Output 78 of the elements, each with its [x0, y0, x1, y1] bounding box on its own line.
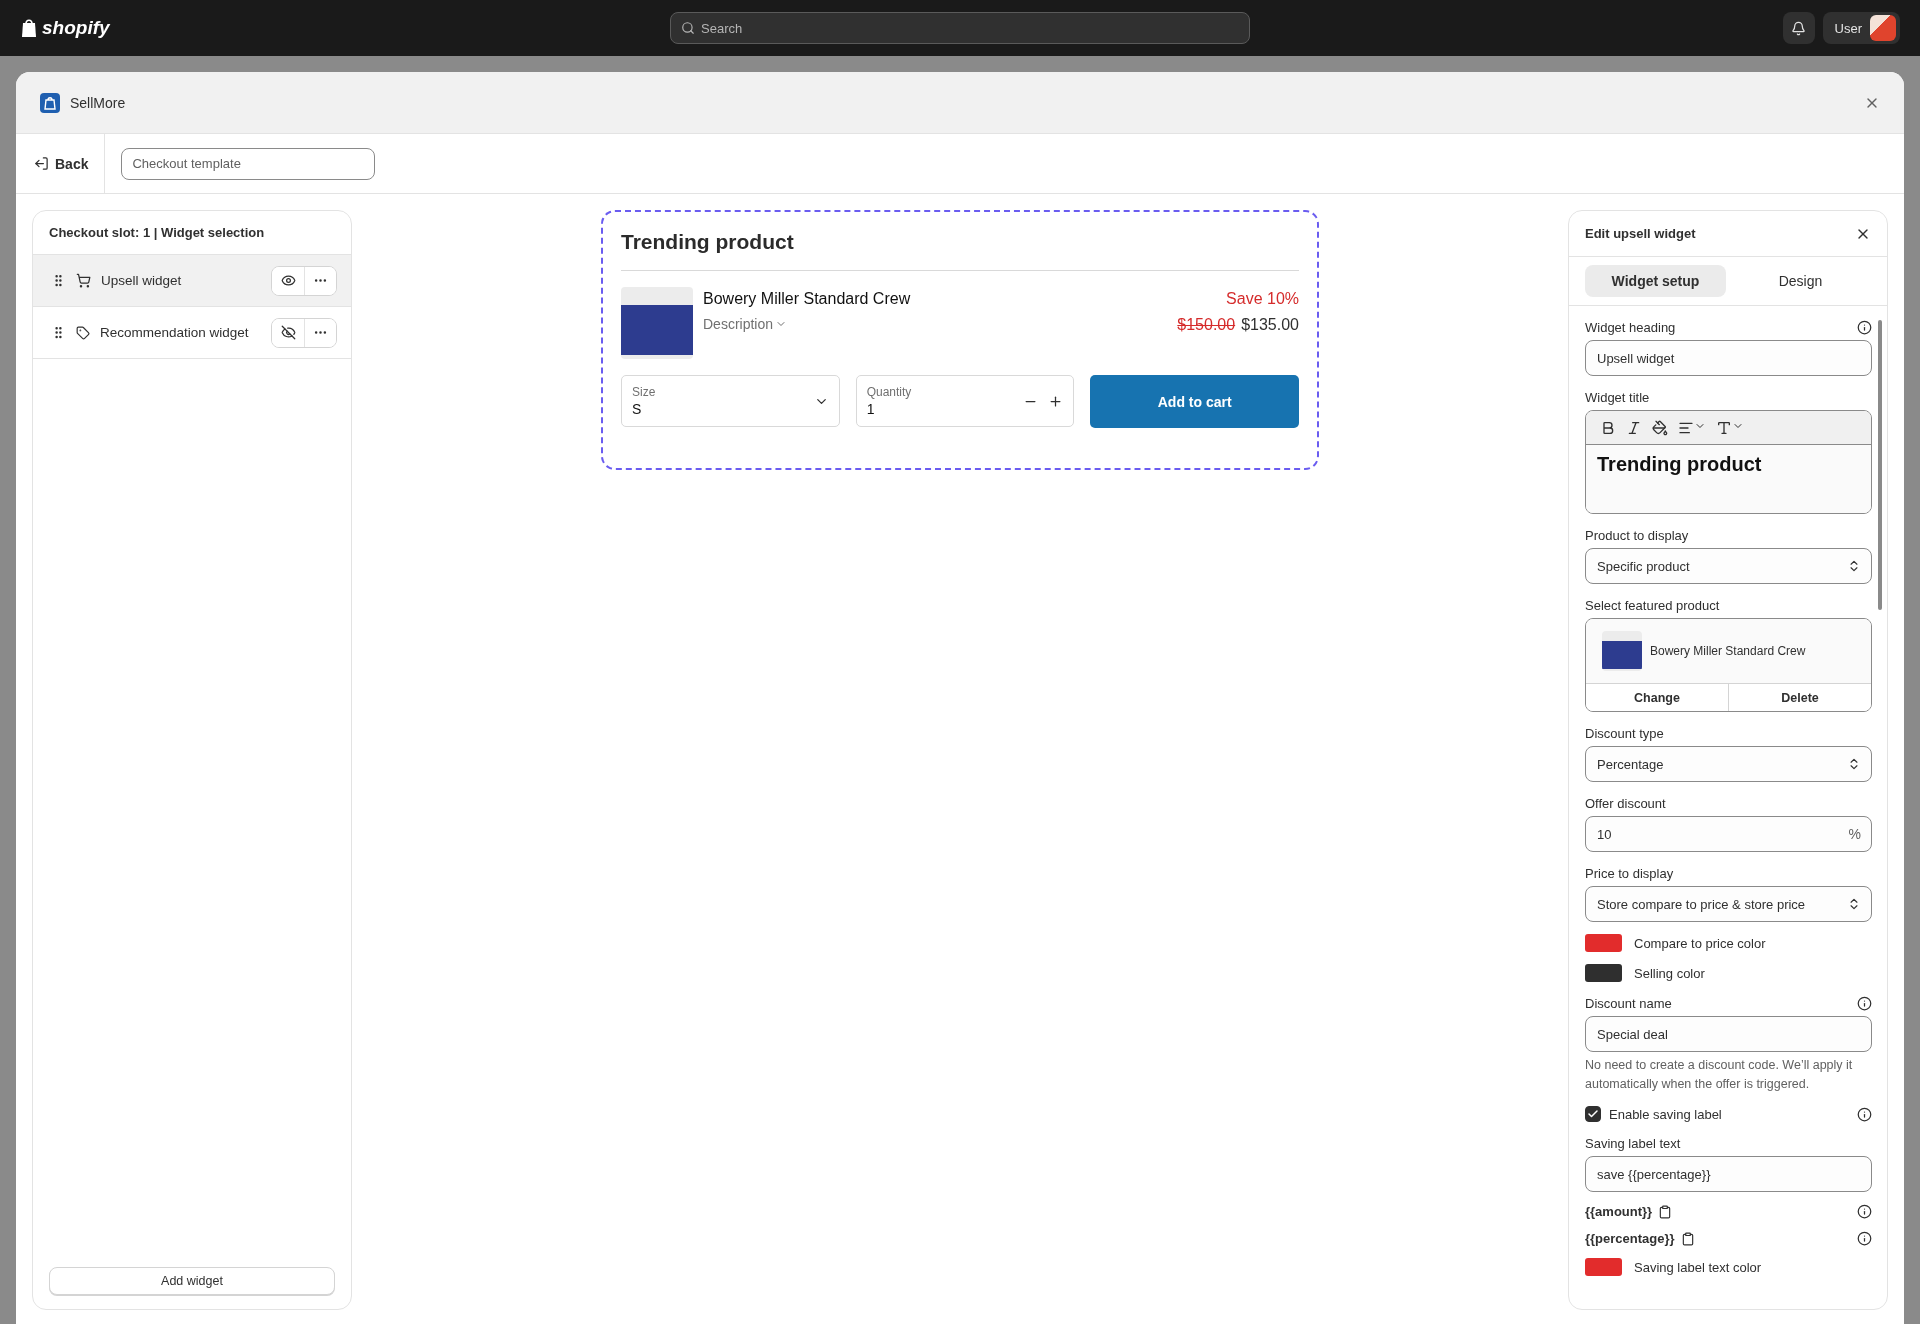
token-text: {{amount}} — [1585, 1204, 1653, 1219]
tab[interactable]: Design — [1730, 265, 1871, 297]
template-name-field[interactable]: Checkout template — [121, 147, 376, 180]
field-label: Discount type — [1585, 725, 1664, 741]
italic-icon[interactable] — [1626, 419, 1642, 436]
field-label: Price to display — [1585, 865, 1674, 881]
quantity-field[interactable]: Quantity 1 — [855, 375, 1075, 427]
search-field[interactable]: Search — [670, 12, 1250, 44]
widget-list-item[interactable]: Upsell widget — [33, 255, 351, 307]
widget-name: Upsell widget — [101, 273, 183, 288]
color-label: Saving label text color — [1634, 1259, 1762, 1275]
color-swatch[interactable] — [1585, 1258, 1622, 1276]
compare-price: $150.00 — [1177, 316, 1236, 334]
photo-placeholder — [621, 287, 693, 359]
paint-bucket-icon[interactable] — [1652, 419, 1668, 436]
app-name: SellMore — [70, 94, 126, 111]
text-field[interactable]: 10 % — [1585, 816, 1872, 852]
color-swatch[interactable] — [1585, 934, 1622, 952]
info-icon[interactable] — [1857, 1204, 1872, 1219]
user-button[interactable]: User — [1822, 12, 1900, 44]
panel-title: Edit upsell widget — [1585, 226, 1696, 241]
add-to-cart-button[interactable]: Add to cart — [1090, 375, 1299, 428]
photo-placeholder — [1602, 631, 1642, 671]
token-text: {{percentage}} — [1585, 1231, 1675, 1246]
plus-icon[interactable] — [1048, 393, 1064, 409]
field-label: Discount name — [1585, 995, 1672, 1011]
clipboard-icon[interactable] — [1658, 1204, 1673, 1219]
checkbox-label: Enable saving label — [1609, 1106, 1723, 1122]
app-logo-icon — [40, 92, 60, 113]
rich-text-field[interactable]: Trending product — [1586, 445, 1871, 513]
clipboard-icon[interactable] — [1680, 1231, 1695, 1246]
field-label: Select featured product — [1585, 597, 1720, 613]
help-text: No need to create a discount code. We’ll apply it automatically when the offer is triggered. — [1585, 1057, 1854, 1093]
logo-text[interactable]: shopify — [42, 17, 110, 39]
add-widget-button[interactable]: Add widget — [49, 1267, 335, 1295]
field-label: Product to display — [1585, 527, 1689, 543]
description-toggle[interactable]: Description — [703, 316, 1168, 332]
bell-icon — [1791, 20, 1807, 36]
tag-icon — [76, 325, 90, 340]
field-label: Widget title — [1585, 389, 1650, 405]
widget-name: Recommendation widget — [100, 325, 250, 340]
notifications-button[interactable] — [1782, 12, 1815, 44]
checkbox[interactable] — [1585, 1106, 1601, 1122]
select-field[interactable]: Specific product — [1585, 548, 1872, 584]
color-label: Selling color — [1634, 965, 1705, 981]
select-field[interactable]: Percentage — [1585, 746, 1872, 782]
bold-icon[interactable] — [1600, 419, 1616, 436]
product-name: Bowery Miller Standard Crew — [703, 290, 912, 308]
field-label: Widget heading — [1585, 319, 1676, 335]
shopping-bag-icon — [20, 18, 38, 38]
price: $135.00 — [1241, 316, 1299, 334]
size-select[interactable]: Size S — [621, 375, 840, 427]
info-icon[interactable] — [1857, 1231, 1872, 1246]
text-field[interactable]: Special deal — [1585, 1016, 1872, 1052]
eye-icon — [280, 273, 296, 288]
font-size-icon[interactable] — [1716, 419, 1744, 436]
field-label: Offer discount — [1585, 795, 1666, 811]
back-button[interactable]: Back — [16, 133, 106, 194]
save-label: Save 10% — [1226, 290, 1299, 308]
product-name: Bowery Miller Standard Crew — [1650, 644, 1806, 658]
avatar — [1870, 15, 1896, 41]
color-label: Compare to price color — [1634, 935, 1766, 951]
color-swatch[interactable] — [1585, 964, 1622, 982]
exit-icon — [34, 156, 49, 171]
info-icon[interactable] — [1857, 995, 1872, 1011]
eye-off-icon — [280, 325, 296, 340]
field-label: Saving label text — [1585, 1135, 1681, 1151]
info-icon[interactable] — [1857, 1106, 1872, 1122]
search-icon — [681, 21, 695, 35]
tab[interactable]: Widget setup — [1585, 265, 1726, 297]
select-field[interactable]: Store compare to price & store price — [1585, 886, 1872, 922]
product-action-button[interactable]: Delete — [1728, 684, 1871, 711]
cart-icon — [76, 273, 91, 288]
check-icon — [1587, 1108, 1599, 1120]
text-field[interactable]: save {{percentage}} — [1585, 1156, 1872, 1192]
widget-title: Trending product — [621, 230, 1299, 271]
text-field[interactable]: Upsell widget — [1585, 340, 1872, 376]
info-icon[interactable] — [1857, 319, 1872, 335]
